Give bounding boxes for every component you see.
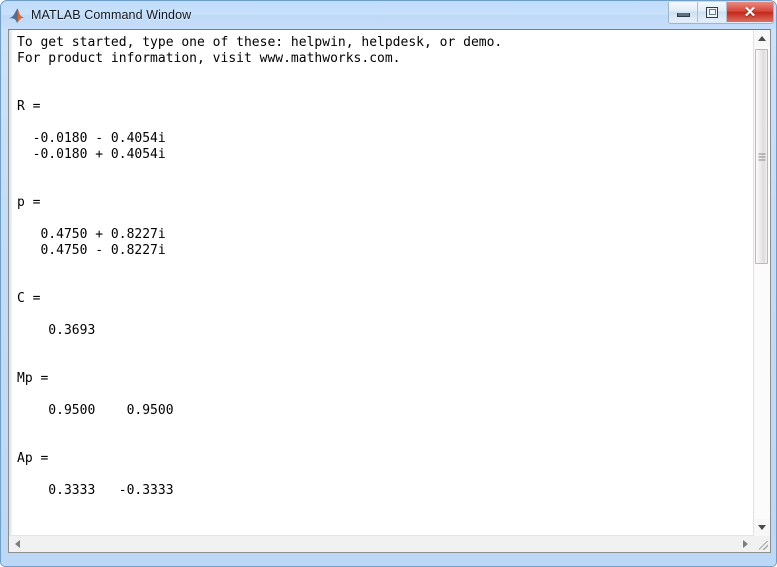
console-output-region[interactable]: To get started, type one of these: helpw… [13,30,753,535]
title-bar[interactable]: MATLAB Command Window ✕ [1,1,776,29]
close-button[interactable]: ✕ [727,2,773,22]
chevron-right-icon [743,540,748,548]
command-window-client-area: To get started, type one of these: helpw… [8,29,771,553]
chevron-left-icon [15,540,20,548]
window-title: MATLAB Command Window [31,8,192,22]
resize-grip[interactable] [754,536,770,552]
vertical-scrollbar[interactable] [753,30,770,536]
console-output-text[interactable]: To get started, type one of these: helpw… [13,30,753,499]
scroll-up-button[interactable] [754,30,770,47]
restore-icon [706,6,718,18]
chevron-up-icon [758,36,766,41]
window-controls: ✕ [668,2,774,24]
matlab-command-window: MATLAB Command Window ✕ To get started, … [0,0,777,567]
vertical-scrollbar-thumb[interactable] [755,49,768,264]
vertical-scrollbar-track[interactable] [754,47,770,519]
scroll-right-button[interactable] [737,536,754,552]
left-accent-stripe [9,30,12,552]
minimize-icon [676,12,690,17]
restore-button[interactable] [698,2,727,22]
close-icon: ✕ [743,3,757,21]
scroll-left-button[interactable] [9,536,26,552]
horizontal-scrollbar[interactable] [9,535,754,552]
scroll-down-button[interactable] [754,519,770,536]
chevron-down-icon [758,525,766,530]
matlab-membrane-icon [8,7,25,24]
minimize-button[interactable] [669,2,698,22]
scrollbar-grip-icon [758,153,765,160]
